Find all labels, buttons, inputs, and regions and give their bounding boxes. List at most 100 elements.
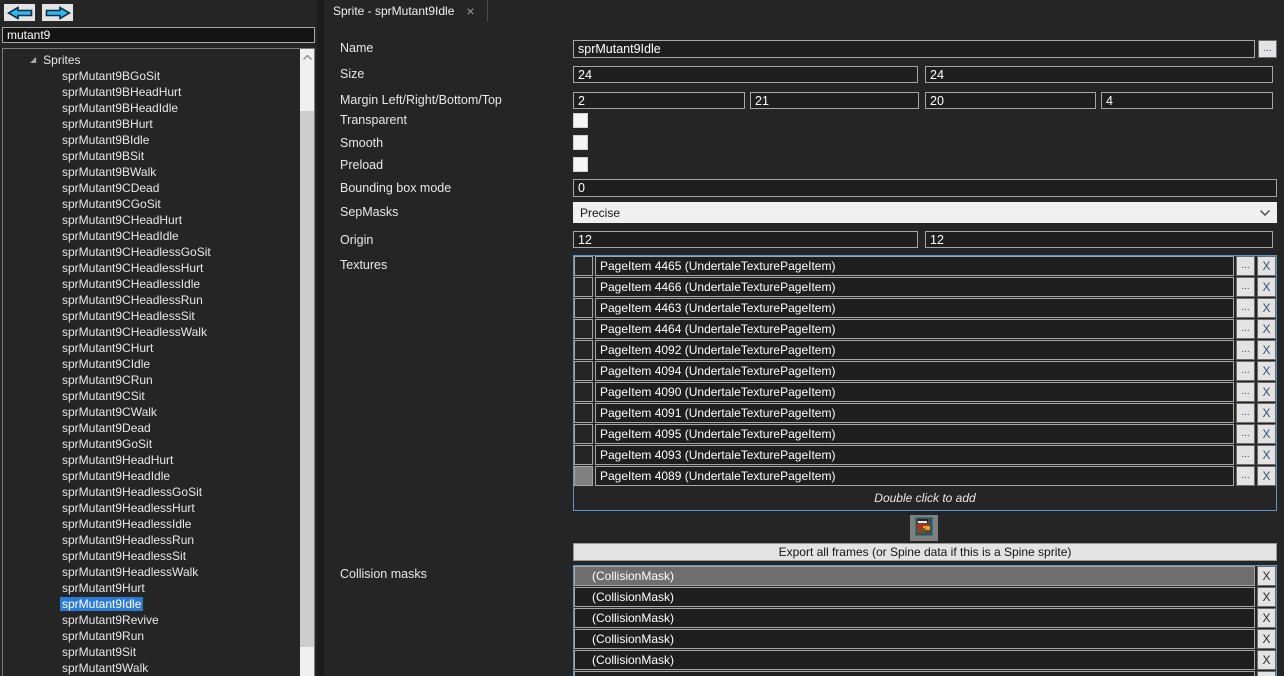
tree-item[interactable]: sprMutant9CWalk — [3, 404, 300, 420]
tab-sprite[interactable]: Sprite - sprMutant9Idle × — [324, 0, 488, 22]
texture-browse-button[interactable]: ... — [1236, 361, 1255, 381]
tree-item[interactable]: sprMutant9HeadIdle — [3, 468, 300, 484]
texture-item-value[interactable]: PageItem 4465 (UndertaleTexturePageItem) — [595, 256, 1234, 276]
texture-row-handle[interactable] — [574, 298, 593, 318]
tree-item[interactable]: sprMutant9Walk — [3, 660, 300, 676]
size-height-input[interactable] — [925, 66, 1273, 83]
tree-item[interactable]: sprMutant9BHeadIdle — [3, 100, 300, 116]
texture-remove-button[interactable]: X — [1257, 319, 1276, 339]
texture-browse-button[interactable]: ... — [1236, 256, 1255, 276]
name-input[interactable] — [573, 40, 1255, 58]
tree-item[interactable]: sprMutant9HeadlessWalk — [3, 564, 300, 580]
texture-item-value[interactable]: PageItem 4093 (UndertaleTexturePageItem) — [595, 445, 1234, 465]
margin-bottom-input[interactable] — [925, 92, 1096, 109]
sepmasks-dropdown[interactable]: Precise — [573, 202, 1277, 223]
bbox-mode-input[interactable] — [573, 179, 1277, 197]
transparent-checkbox[interactable] — [573, 113, 588, 128]
tree-item[interactable]: sprMutant9Revive — [3, 612, 300, 628]
tree-item[interactable]: sprMutant9Sit — [3, 644, 300, 660]
texture-browse-button[interactable]: ... — [1236, 445, 1255, 465]
collision-mask-value[interactable]: (CollisionMask) — [574, 629, 1255, 649]
texture-item-value[interactable]: PageItem 4089 (UndertaleTexturePageItem) — [595, 466, 1234, 486]
tree-item[interactable]: sprMutant9CHeadlessRun — [3, 292, 300, 308]
tree-item[interactable]: sprMutant9GoSit — [3, 436, 300, 452]
tree-item[interactable]: sprMutant9Idle — [3, 596, 300, 612]
texture-item-value[interactable]: PageItem 4094 (UndertaleTexturePageItem) — [595, 361, 1234, 381]
texture-row-handle[interactable] — [574, 319, 593, 339]
margin-left-input[interactable] — [573, 92, 745, 109]
texture-row-handle[interactable] — [574, 340, 593, 360]
texture-browse-button[interactable]: ... — [1236, 340, 1255, 360]
tree-item[interactable]: sprMutant9BHurt — [3, 116, 300, 132]
tree-item[interactable]: sprMutant9BIdle — [3, 132, 300, 148]
name-browse-button[interactable]: ... — [1258, 40, 1277, 58]
texture-browse-button[interactable]: ... — [1236, 319, 1255, 339]
tree-item[interactable]: sprMutant9CRun — [3, 372, 300, 388]
texture-browse-button[interactable]: ... — [1236, 298, 1255, 318]
panel-splitter[interactable] — [317, 0, 324, 676]
tree-scrollbar[interactable] — [300, 49, 314, 676]
tree-item[interactable]: sprMutant9CHeadHurt — [3, 212, 300, 228]
texture-row-handle[interactable] — [574, 382, 593, 402]
texture-remove-button[interactable]: X — [1257, 277, 1276, 297]
tree-item[interactable]: sprMutant9HeadlessSit — [3, 548, 300, 564]
texture-remove-button[interactable]: X — [1257, 256, 1276, 276]
texture-remove-button[interactable]: X — [1257, 466, 1276, 486]
texture-remove-button[interactable]: X — [1257, 298, 1276, 318]
back-button[interactable] — [3, 3, 36, 22]
collision-mask-remove-button[interactable]: X — [1257, 587, 1276, 607]
tree-item[interactable]: sprMutant9Dead — [3, 420, 300, 436]
collision-mask-value[interactable]: (CollisionMask) — [574, 587, 1255, 607]
size-width-input[interactable] — [573, 66, 918, 83]
collision-mask-value[interactable]: (CollisionMask) — [574, 608, 1255, 628]
texture-browse-button[interactable]: ... — [1236, 277, 1255, 297]
texture-item-value[interactable]: PageItem 4091 (UndertaleTexturePageItem) — [595, 403, 1234, 423]
texture-browse-button[interactable]: ... — [1236, 382, 1255, 402]
tree-item[interactable]: sprMutant9BWalk — [3, 164, 300, 180]
texture-row-handle[interactable] — [574, 361, 593, 381]
tree-root-sprites[interactable]: ◢ Sprites — [3, 52, 300, 68]
tree-item[interactable]: sprMutant9HeadlessIdle — [3, 516, 300, 532]
texture-item-value[interactable]: PageItem 4090 (UndertaleTexturePageItem) — [595, 382, 1234, 402]
scrollbar-thumb[interactable] — [300, 111, 314, 647]
origin-x-input[interactable] — [573, 231, 918, 248]
texture-remove-button[interactable]: X — [1257, 361, 1276, 381]
tab-close-icon[interactable]: × — [466, 4, 474, 18]
texture-row-handle[interactable] — [574, 403, 593, 423]
texture-item-value[interactable]: PageItem 4095 (UndertaleTexturePageItem) — [595, 424, 1234, 444]
margin-right-input[interactable] — [750, 92, 919, 109]
texture-remove-button[interactable]: X — [1257, 424, 1276, 444]
expander-icon[interactable]: ◢ — [30, 52, 36, 68]
collision-mask-remove-button[interactable]: X — [1257, 608, 1276, 628]
scroll-up-button[interactable] — [300, 49, 314, 65]
texture-row-handle[interactable] — [574, 466, 593, 486]
collision-mask-remove-button[interactable]: X — [1257, 671, 1276, 676]
export-frames-button[interactable]: Export all frames (or Spine data if this… — [573, 543, 1277, 561]
tree-item[interactable]: sprMutant9BHeadHurt — [3, 84, 300, 100]
texture-row-handle[interactable] — [574, 424, 593, 444]
tree-item[interactable]: sprMutant9CGoSit — [3, 196, 300, 212]
tree-item[interactable]: sprMutant9CHeadlessSit — [3, 308, 300, 324]
tree-item[interactable]: sprMutant9CSit — [3, 388, 300, 404]
tree-item[interactable]: sprMutant9CHeadlessHurt — [3, 260, 300, 276]
margin-top-input[interactable] — [1101, 92, 1273, 109]
tree-item[interactable]: sprMutant9CHeadIdle — [3, 228, 300, 244]
tree-item[interactable]: sprMutant9CDead — [3, 180, 300, 196]
collision-mask-value[interactable]: (CollisionMask) — [574, 650, 1255, 670]
collision-mask-remove-button[interactable]: X — [1257, 629, 1276, 649]
texture-browse-button[interactable]: ... — [1236, 466, 1255, 486]
tree-item[interactable]: sprMutant9HeadlessHurt — [3, 500, 300, 516]
tree-item[interactable]: sprMutant9CHurt — [3, 340, 300, 356]
tree-item[interactable]: sprMutant9HeadlessGoSit — [3, 484, 300, 500]
origin-y-input[interactable] — [925, 231, 1273, 248]
tree-item[interactable]: sprMutant9CHeadlessWalk — [3, 324, 300, 340]
tree-item[interactable]: sprMutant9HeadHurt — [3, 452, 300, 468]
tree-item[interactable]: sprMutant9BGoSit — [3, 68, 300, 84]
texture-row-handle[interactable] — [574, 256, 593, 276]
texture-remove-button[interactable]: X — [1257, 382, 1276, 402]
texture-browse-button[interactable]: ... — [1236, 403, 1255, 423]
tree-item[interactable]: sprMutant9Run — [3, 628, 300, 644]
texture-item-value[interactable]: PageItem 4466 (UndertaleTexturePageItem) — [595, 277, 1234, 297]
tree-item[interactable]: sprMutant9HeadlessRun — [3, 532, 300, 548]
texture-row-handle[interactable] — [574, 277, 593, 297]
